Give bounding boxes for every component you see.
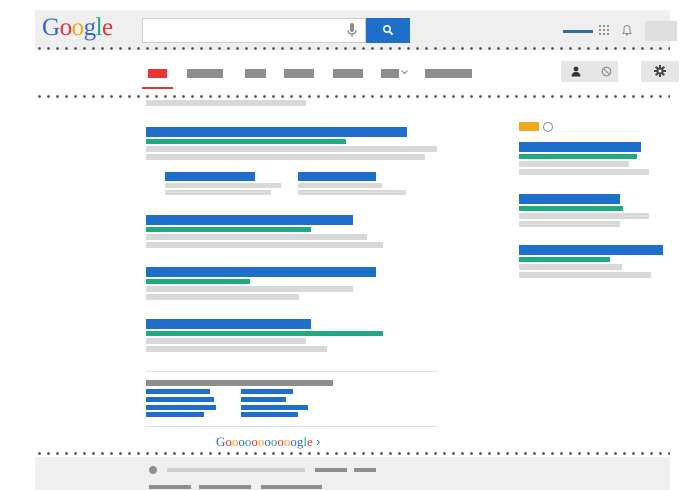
related-search-link[interactable] (146, 397, 214, 402)
related-search-link[interactable] (146, 405, 216, 410)
related-search-link[interactable] (241, 405, 308, 410)
tab-4[interactable] (284, 69, 314, 78)
ad-1-url[interactable] (519, 154, 637, 159)
account-email[interactable] (563, 30, 593, 33)
result-3-url[interactable] (146, 279, 250, 284)
result-1-snippet (146, 154, 425, 160)
search-input[interactable] (142, 18, 366, 43)
tab-2[interactable] (187, 69, 223, 78)
related-searches-divider (146, 371, 437, 372)
tab-3[interactable] (245, 69, 266, 78)
sitelink-2-snippet (298, 190, 406, 195)
ad-3-snippet (519, 264, 622, 270)
logo-letter: e (307, 434, 313, 449)
result-1-url[interactable] (146, 139, 346, 144)
tab-search-tools[interactable] (425, 69, 472, 78)
ad-1-snippet (519, 169, 649, 175)
pagination-logo[interactable]: Gooooooooooogle (216, 434, 313, 449)
gear-icon (654, 65, 666, 77)
tab-more[interactable] (381, 69, 399, 78)
ad-3-url[interactable] (519, 257, 610, 262)
result-1-title[interactable] (146, 127, 407, 137)
ad-badge (519, 122, 539, 131)
logo-letter: g (83, 14, 97, 41)
sitelink-1-snippet (165, 190, 271, 195)
logo-letter: o (71, 14, 85, 41)
related-search-link[interactable] (146, 389, 210, 394)
footer-location (167, 468, 305, 472)
tab-all[interactable] (148, 69, 167, 78)
result-2-snippet (146, 242, 383, 248)
ad-2-url[interactable] (519, 206, 623, 211)
footer (35, 457, 670, 490)
footer-divider (35, 452, 670, 455)
ad-3-snippet (519, 272, 651, 278)
result-1-snippet (146, 146, 437, 152)
result-4-snippet (146, 338, 306, 344)
active-tab-indicator (142, 87, 173, 89)
search-button[interactable] (366, 18, 410, 43)
logo-letter: G (42, 14, 60, 41)
footer-link[interactable] (315, 468, 347, 472)
result-2-url[interactable] (146, 227, 311, 232)
tab-5[interactable] (333, 69, 363, 78)
person-icon[interactable] (571, 66, 581, 77)
location-dot-icon (149, 466, 157, 474)
footer-link[interactable] (261, 485, 322, 489)
logo-letter: e (102, 14, 113, 41)
related-search-link[interactable] (241, 412, 298, 417)
sitelink-1-title[interactable] (165, 172, 255, 181)
info-icon[interactable] (543, 122, 553, 132)
result-3-title[interactable] (146, 267, 376, 277)
footer-link[interactable] (149, 485, 191, 489)
ad-2-snippet (519, 221, 620, 227)
sitelink-1-snippet (165, 183, 281, 188)
result-3-snippet (146, 294, 299, 300)
related-search-link[interactable] (241, 397, 286, 402)
footer-link[interactable] (199, 485, 251, 489)
header-divider (35, 47, 670, 50)
result-2-snippet (146, 234, 367, 240)
related-searches-heading (146, 380, 333, 386)
result-2-title[interactable] (146, 215, 353, 225)
chevron-down-icon[interactable] (401, 70, 408, 75)
result-4-url[interactable] (146, 331, 383, 336)
sitelink-2-snippet (298, 183, 382, 188)
avatar[interactable] (645, 21, 677, 41)
result-4-snippet (146, 346, 327, 352)
related-search-link[interactable] (241, 389, 293, 394)
footer-link[interactable] (354, 468, 376, 472)
bell-icon[interactable] (622, 24, 632, 36)
ad-2-snippet (519, 213, 649, 219)
ad-1-snippet (519, 161, 629, 167)
ad-2-title[interactable] (519, 194, 620, 204)
search-icon (382, 24, 394, 36)
google-logo[interactable]: Google (42, 14, 113, 42)
next-page-link[interactable]: › (316, 434, 320, 449)
logo-letter: G (216, 434, 226, 449)
result-stats (146, 100, 306, 106)
result-3-snippet (146, 286, 353, 292)
nav-divider (35, 95, 670, 98)
ad-3-title[interactable] (519, 245, 663, 255)
pagination-divider (146, 426, 437, 427)
related-search-link[interactable] (146, 412, 204, 417)
result-4-title[interactable] (146, 319, 311, 329)
pagination[interactable]: Gooooooooooogle › (216, 434, 320, 449)
blocked-icon[interactable] (601, 66, 612, 77)
ad-1-title[interactable] (519, 142, 641, 152)
microphone-icon[interactable] (346, 22, 358, 39)
logo-letter: o (59, 14, 73, 41)
apps-grid-icon[interactable] (599, 25, 609, 35)
sitelink-2-title[interactable] (298, 172, 376, 181)
